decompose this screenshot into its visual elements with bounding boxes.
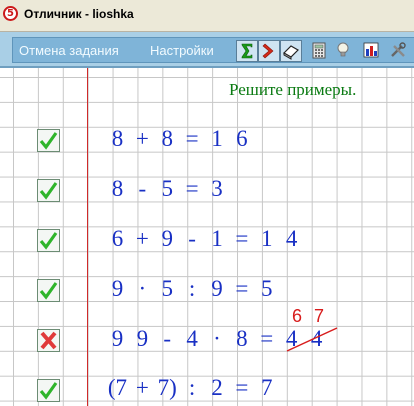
checkmark-icon — [39, 182, 58, 200]
sum-button[interactable] — [236, 40, 258, 62]
problem-expression: 8-5 = — [111, 176, 199, 201]
problem-row: 9 · 5:9 = 5 — [105, 276, 279, 302]
correct-mark — [37, 379, 60, 402]
task-sheet: Решите примеры. 8 +8 = 1 6 8-5 = 3 6 +9-1 = 1 4 9 ·… — [0, 68, 414, 406]
hint-button[interactable] — [333, 40, 355, 62]
problem-expression: 9 · 5:9 = — [111, 276, 249, 301]
problem-row: 8-5 = 3 — [105, 176, 229, 202]
calculator-button[interactable] — [309, 40, 331, 62]
calculator-icon — [312, 42, 326, 59]
checkmark-icon — [39, 282, 58, 300]
margin-line — [87, 68, 88, 406]
toolbar: Отмена задания Настройки — [0, 32, 414, 68]
tools-button[interactable] — [388, 40, 410, 62]
problem-answer[interactable]: 5 — [254, 276, 279, 301]
cross-icon — [40, 331, 57, 350]
task-instruction: Решите примеры. — [229, 80, 357, 99]
lightbulb-icon — [337, 42, 349, 57]
problem-expression: 9 9-4 · 8 = — [111, 326, 274, 351]
window-title: Отличник - lioshka — [24, 7, 134, 21]
eraser-button[interactable] — [280, 40, 302, 62]
problem-expression: (7 +7):2 = — [107, 375, 249, 400]
cancel-task-link[interactable]: Отмена задания — [19, 43, 119, 58]
problem-answer[interactable]: 7 — [254, 375, 279, 400]
correct-mark — [37, 229, 60, 252]
statistics-button[interactable] — [361, 40, 383, 62]
problem-answer[interactable]: 14 — [254, 226, 304, 251]
correct-mark — [37, 279, 60, 302]
sum-icon — [241, 43, 253, 59]
app-icon: 5 — [3, 6, 18, 21]
wrong-mark — [37, 329, 60, 352]
tools-icon — [391, 42, 406, 57]
strikethrough-line — [286, 327, 338, 352]
problem-row: (7 +7):2 = 7 — [105, 375, 279, 401]
next-button[interactable] — [258, 40, 280, 62]
checkmark-icon — [39, 382, 58, 400]
eraser-icon — [283, 45, 299, 60]
chart-icon — [363, 42, 379, 58]
correct-mark — [37, 129, 60, 152]
problem-expression: 6 +9-1 = — [111, 226, 249, 251]
settings-link[interactable]: Настройки — [150, 43, 214, 58]
problem-answer[interactable]: 3 — [205, 176, 230, 201]
problem-row: 8 +8 = 1 6 — [105, 126, 254, 152]
problem-answer[interactable]: 16 — [205, 126, 255, 151]
problem-expression: 8 +8 = — [111, 126, 199, 151]
checkmark-icon — [39, 132, 58, 150]
problem-row: 6 +9-1 = 1 4 — [105, 226, 304, 252]
chevron-right-icon — [262, 43, 274, 59]
correct-mark — [37, 179, 60, 202]
title-bar: 5 Отличник - lioshka — [0, 0, 414, 32]
checkmark-icon — [39, 232, 58, 250]
